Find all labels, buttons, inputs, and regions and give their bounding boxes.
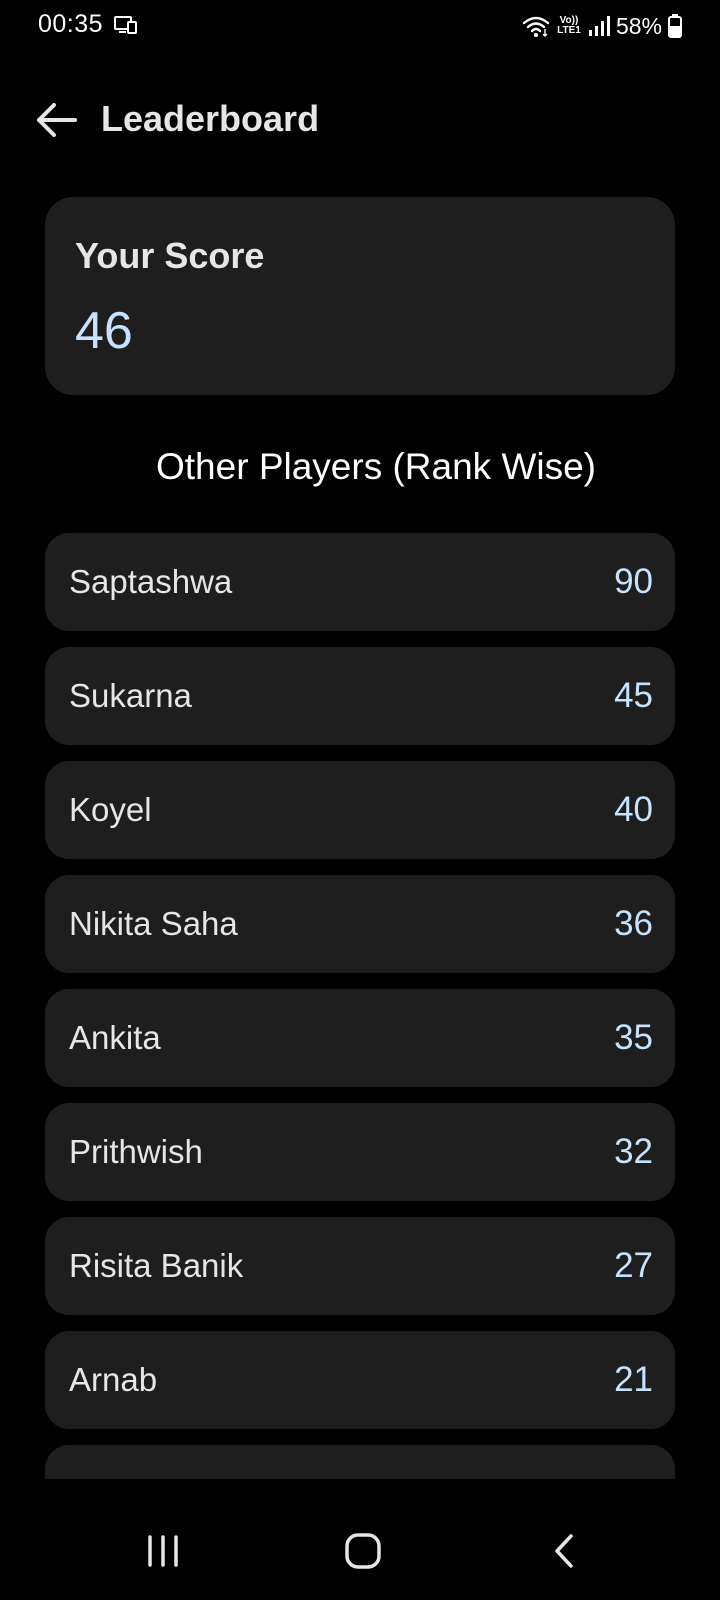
player-score: 40 (614, 790, 653, 829)
status-indicators: Vo)) LTE1 58% (522, 10, 682, 42)
status-time: 00:35 (38, 10, 104, 38)
chevron-left-icon (555, 1534, 573, 1568)
list-item: Nikita Saha 36 (45, 875, 675, 973)
list-item-partial (45, 1445, 675, 1479)
leaderboard-list[interactable]: Saptashwa 90 Sukarna 45 Koyel 40 Nikita … (45, 533, 675, 1479)
list-item: Koyel 40 (45, 761, 675, 859)
signal-icon (588, 16, 610, 36)
status-bar: 00:35 Vo)) LTE1 58% (0, 0, 720, 52)
player-score: 45 (614, 676, 653, 715)
player-name: Saptashwa (69, 563, 233, 600)
player-score: 21 (614, 1360, 653, 1399)
your-score-label: Your Score (75, 235, 265, 276)
recents-icon (148, 1535, 178, 1567)
system-nav-bar (0, 1500, 720, 1600)
player-name: Arnab (69, 1361, 158, 1398)
your-score-card: Your Score 46 (45, 197, 675, 395)
list-item: Arnab 21 (45, 1331, 675, 1429)
list-item: Prithwish 32 (45, 1103, 675, 1201)
list-item: Risita Banik 27 (45, 1217, 675, 1315)
battery-icon (668, 14, 682, 38)
battery-percentage: 58% (615, 12, 662, 39)
home-icon (345, 1533, 381, 1569)
arrow-left-icon (37, 103, 77, 137)
player-name: Sukarna (69, 677, 192, 714)
nav-back-button[interactable] (535, 1526, 595, 1576)
volte-bottom-text: LTE1 (557, 25, 581, 36)
player-score: 27 (614, 1246, 653, 1285)
player-name: Risita Banik (69, 1247, 244, 1284)
page-title: Leaderboard (101, 98, 320, 139)
screen-cast-icon (114, 16, 137, 34)
player-name: Prithwish (69, 1133, 203, 1170)
player-score: 90 (614, 562, 653, 601)
player-score: 32 (614, 1132, 653, 1171)
player-name: Nikita Saha (69, 905, 238, 942)
your-score-value: 46 (75, 302, 133, 360)
wifi-icon (522, 16, 550, 37)
app-bar: Leaderboard (0, 80, 720, 160)
player-name: Koyel (69, 791, 152, 828)
home-button[interactable] (333, 1526, 393, 1576)
other-players-heading: Other Players (Rank Wise) (156, 446, 596, 487)
list-item: Sukarna 45 (45, 647, 675, 745)
back-button[interactable] (30, 94, 82, 146)
recents-button[interactable] (133, 1526, 193, 1576)
player-score: 36 (614, 904, 653, 943)
list-item: Ankita 35 (45, 989, 675, 1087)
list-item: Saptashwa 90 (45, 533, 675, 631)
player-name: Ankita (69, 1019, 161, 1056)
player-score: 35 (614, 1018, 653, 1057)
volte-indicator: Vo)) LTE1 (556, 16, 582, 36)
